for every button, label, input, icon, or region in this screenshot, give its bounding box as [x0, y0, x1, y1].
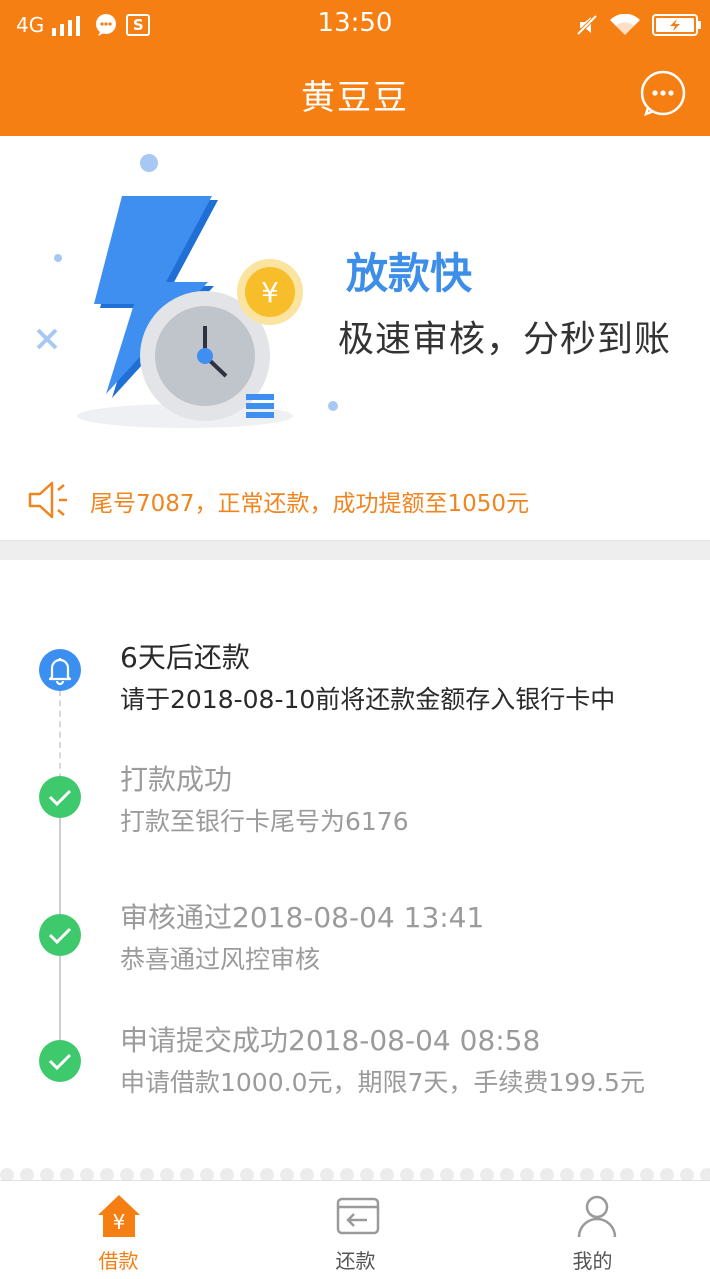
scallop-dot	[540, 1168, 554, 1180]
more-chat-button[interactable]	[640, 70, 686, 116]
scallop-dot	[360, 1168, 374, 1180]
step-title: 申请提交成功2018-08-04 08:58	[120, 1024, 541, 1057]
tab-label: 我的	[572, 1249, 613, 1273]
tab-repay[interactable]: 还款	[237, 1181, 474, 1279]
scallop-dot	[640, 1168, 654, 1180]
scallop-dot	[440, 1168, 454, 1180]
tab-label: 借款	[98, 1249, 139, 1273]
speaker-icon	[28, 481, 67, 519]
scallop-dot	[20, 1168, 34, 1180]
banner-subtitle: 极速审核，分秒到账	[338, 319, 672, 360]
cross-decoration-icon	[36, 328, 58, 350]
tab-label: 还款	[335, 1249, 376, 1273]
scallop-dot	[220, 1168, 234, 1180]
scallop-dot	[320, 1168, 334, 1180]
scallop-dot	[280, 1168, 294, 1180]
scallop-dot	[580, 1168, 594, 1180]
scallop-dot	[80, 1168, 94, 1180]
scallop-dot	[0, 1168, 14, 1180]
scallop-dot	[240, 1168, 254, 1180]
tab-mine[interactable]: 我的	[474, 1181, 710, 1279]
scallop-dot	[400, 1168, 414, 1180]
borrow-home-icon: ¥	[98, 1195, 140, 1237]
page-title: 黄豆豆	[301, 78, 409, 118]
scallop-dot	[660, 1168, 674, 1180]
tab-borrow[interactable]: ¥ 借款	[0, 1181, 237, 1279]
status-right-group	[576, 10, 702, 40]
section-divider	[0, 540, 710, 560]
scallop-dot	[520, 1168, 534, 1180]
coin-symbol: ¥	[261, 276, 279, 309]
scallop-dot	[300, 1168, 314, 1180]
scallop-dot	[260, 1168, 274, 1180]
mute-icon	[576, 14, 598, 36]
battery-icon	[652, 14, 701, 36]
wifi-icon	[610, 14, 640, 35]
notice-bar: 尾号7087，正常还款，成功提额至1050元	[0, 470, 710, 530]
notice-text: 尾号7087，正常还款，成功提额至1050元	[90, 491, 530, 517]
status-bar: 4G S 13:50	[0, 0, 710, 50]
step-description: 申请借款1000.0元，期限7天，手续费199.5元	[120, 1068, 645, 1097]
scallop-dot	[500, 1168, 514, 1180]
step-title: 6天后还款	[120, 641, 250, 674]
repay-card-icon	[336, 1197, 380, 1235]
step-description: 恭喜通过风控审核	[120, 945, 321, 974]
check-icon	[39, 914, 81, 956]
check-icon	[39, 1040, 81, 1082]
scallop-dot	[480, 1168, 494, 1180]
nav-bar: 黄豆豆	[0, 50, 710, 136]
promo-banner: ¥ 放款快 极速审核，分秒到账	[0, 136, 710, 456]
banner-title: 放款快	[346, 249, 473, 298]
scallop-dot	[40, 1168, 54, 1180]
step-description: 打款至银行卡尾号为6176	[120, 807, 409, 836]
scallop-dot	[140, 1168, 154, 1180]
step-title: 审核通过2018-08-04 13:41	[120, 901, 485, 934]
scallop-dot	[380, 1168, 394, 1180]
svg-text:¥: ¥	[113, 1210, 126, 1234]
bottom-tab-bar: ¥ 借款 还款 我的	[0, 1180, 710, 1279]
scallop-dot	[160, 1168, 174, 1180]
scallop-dot	[180, 1168, 194, 1180]
scallop-dot	[120, 1168, 134, 1180]
bell-icon	[39, 649, 81, 691]
scallop-dot	[680, 1168, 694, 1180]
loan-status-timeline: 6天后还款 请于2018-08-10前将还款金额存入银行卡中 打款成功 打款至银…	[0, 560, 710, 1170]
scalloped-edge-decoration	[0, 1166, 710, 1180]
profile-icon	[577, 1195, 617, 1238]
scallop-dot	[460, 1168, 474, 1180]
scallop-dot	[420, 1168, 434, 1180]
scallop-dot	[60, 1168, 74, 1180]
step-description: 请于2018-08-10前将还款金额存入银行卡中	[120, 685, 616, 714]
scallop-dot	[560, 1168, 574, 1180]
scallop-dot	[340, 1168, 354, 1180]
step-title: 打款成功	[120, 763, 233, 796]
check-icon	[39, 776, 81, 818]
scallop-dot	[200, 1168, 214, 1180]
lightning-clock-illustration: ¥	[36, 154, 338, 428]
scallop-dot	[700, 1168, 710, 1180]
scallop-dot	[620, 1168, 634, 1180]
scallop-dot	[100, 1168, 114, 1180]
scallop-dot	[600, 1168, 614, 1180]
